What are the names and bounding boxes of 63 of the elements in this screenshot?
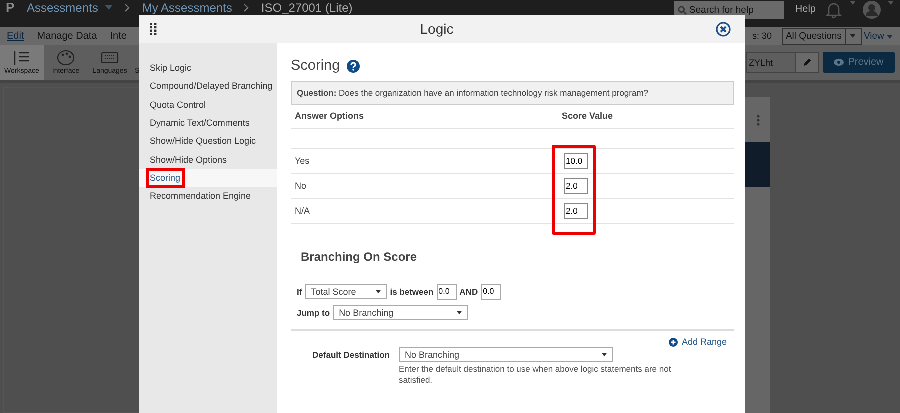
dialog-title: Logic <box>419 21 455 37</box>
caret-icon <box>850 34 856 38</box>
bell-icon[interactable] <box>825 1 843 19</box>
more-icon[interactable] <box>757 115 760 126</box>
section-title: Branching On Score <box>301 250 418 266</box>
help-icon[interactable] <box>347 60 360 72</box>
score-input[interactable]: 2.0 <box>564 203 588 219</box>
list-icon <box>13 50 31 66</box>
field-label: If <box>297 286 302 296</box>
field-label: Jump to <box>297 308 330 318</box>
question-count: s: 30 <box>752 31 772 41</box>
caret-icon <box>602 352 607 356</box>
answer-option: No <box>291 181 558 191</box>
avatar-icon[interactable] <box>863 1 881 19</box>
caret-icon[interactable] <box>105 5 114 10</box>
header-band <box>745 142 770 187</box>
breadcrumb-link[interactable]: Assessments <box>27 1 98 15</box>
answer-option: Yes <box>291 156 558 166</box>
breadcrumb-link[interactable]: My Assessments <box>142 1 232 15</box>
section-title: Scoring <box>291 58 340 74</box>
caret-icon[interactable] <box>888 1 894 5</box>
help-text: Enter the default destination to use when above logic statements are not satisfied. <box>399 364 672 386</box>
score-input[interactable]: 2.0 <box>564 178 588 194</box>
sidebar-item[interactable]: Dynamic Text/Comments <box>139 114 277 132</box>
close-icon[interactable] <box>716 22 731 36</box>
plus-icon <box>668 338 678 346</box>
field-label: is between <box>390 286 434 296</box>
destination-dropdown[interactable]: No Branching <box>399 347 613 362</box>
sidebar-item[interactable]: Recommendation Engine <box>139 187 277 206</box>
metric-dropdown[interactable]: Total Score <box>305 284 388 299</box>
chevron-icon <box>244 4 250 12</box>
sidebar-item[interactable]: Compound/Delayed Branching <box>139 77 277 96</box>
search-icon <box>678 6 688 15</box>
chevron-icon <box>125 4 130 12</box>
caret-icon <box>376 290 382 294</box>
help-link[interactable]: Help <box>795 4 816 15</box>
question-text: Question: Does the organization have an information technology risk management program? <box>291 81 734 105</box>
answer-option: N/A <box>291 206 558 216</box>
sidebar-item[interactable]: Show/Hide Options <box>139 150 277 169</box>
input-field[interactable]: 0.0 <box>436 284 457 300</box>
keyboard-icon <box>101 50 119 66</box>
breadcrumb-link[interactable]: ISO_27001 (Lite) <box>261 1 353 15</box>
add-range-link[interactable]: Add Range <box>668 337 727 347</box>
input-field[interactable]: 0.0 <box>481 284 502 300</box>
sidebar-item[interactable]: Skip Logic <box>139 59 277 78</box>
caret-icon <box>457 310 462 314</box>
palette-icon <box>57 50 75 66</box>
caret-icon[interactable] <box>850 1 856 5</box>
edit-button[interactable] <box>795 52 819 73</box>
column-header: Answer Options <box>294 111 366 121</box>
caret-icon <box>887 34 893 38</box>
score-input[interactable]: 10.0 <box>564 153 588 169</box>
drag-handle-icon[interactable] <box>150 22 158 36</box>
pencil-icon <box>802 58 812 67</box>
logo[interactable]: P <box>6 1 20 15</box>
field-label: AND <box>460 286 478 296</box>
field-label: Default Destination <box>312 349 390 362</box>
sidebar-item[interactable]: Show/Hide Question Logic <box>139 132 277 150</box>
column-header: Score Value <box>561 111 614 121</box>
sidebar-item[interactable]: Quota Control <box>139 96 277 114</box>
eye-icon <box>834 59 844 66</box>
sidebar-item[interactable]: Scoring <box>139 168 277 188</box>
jump-dropdown[interactable]: No Branching <box>333 305 468 320</box>
